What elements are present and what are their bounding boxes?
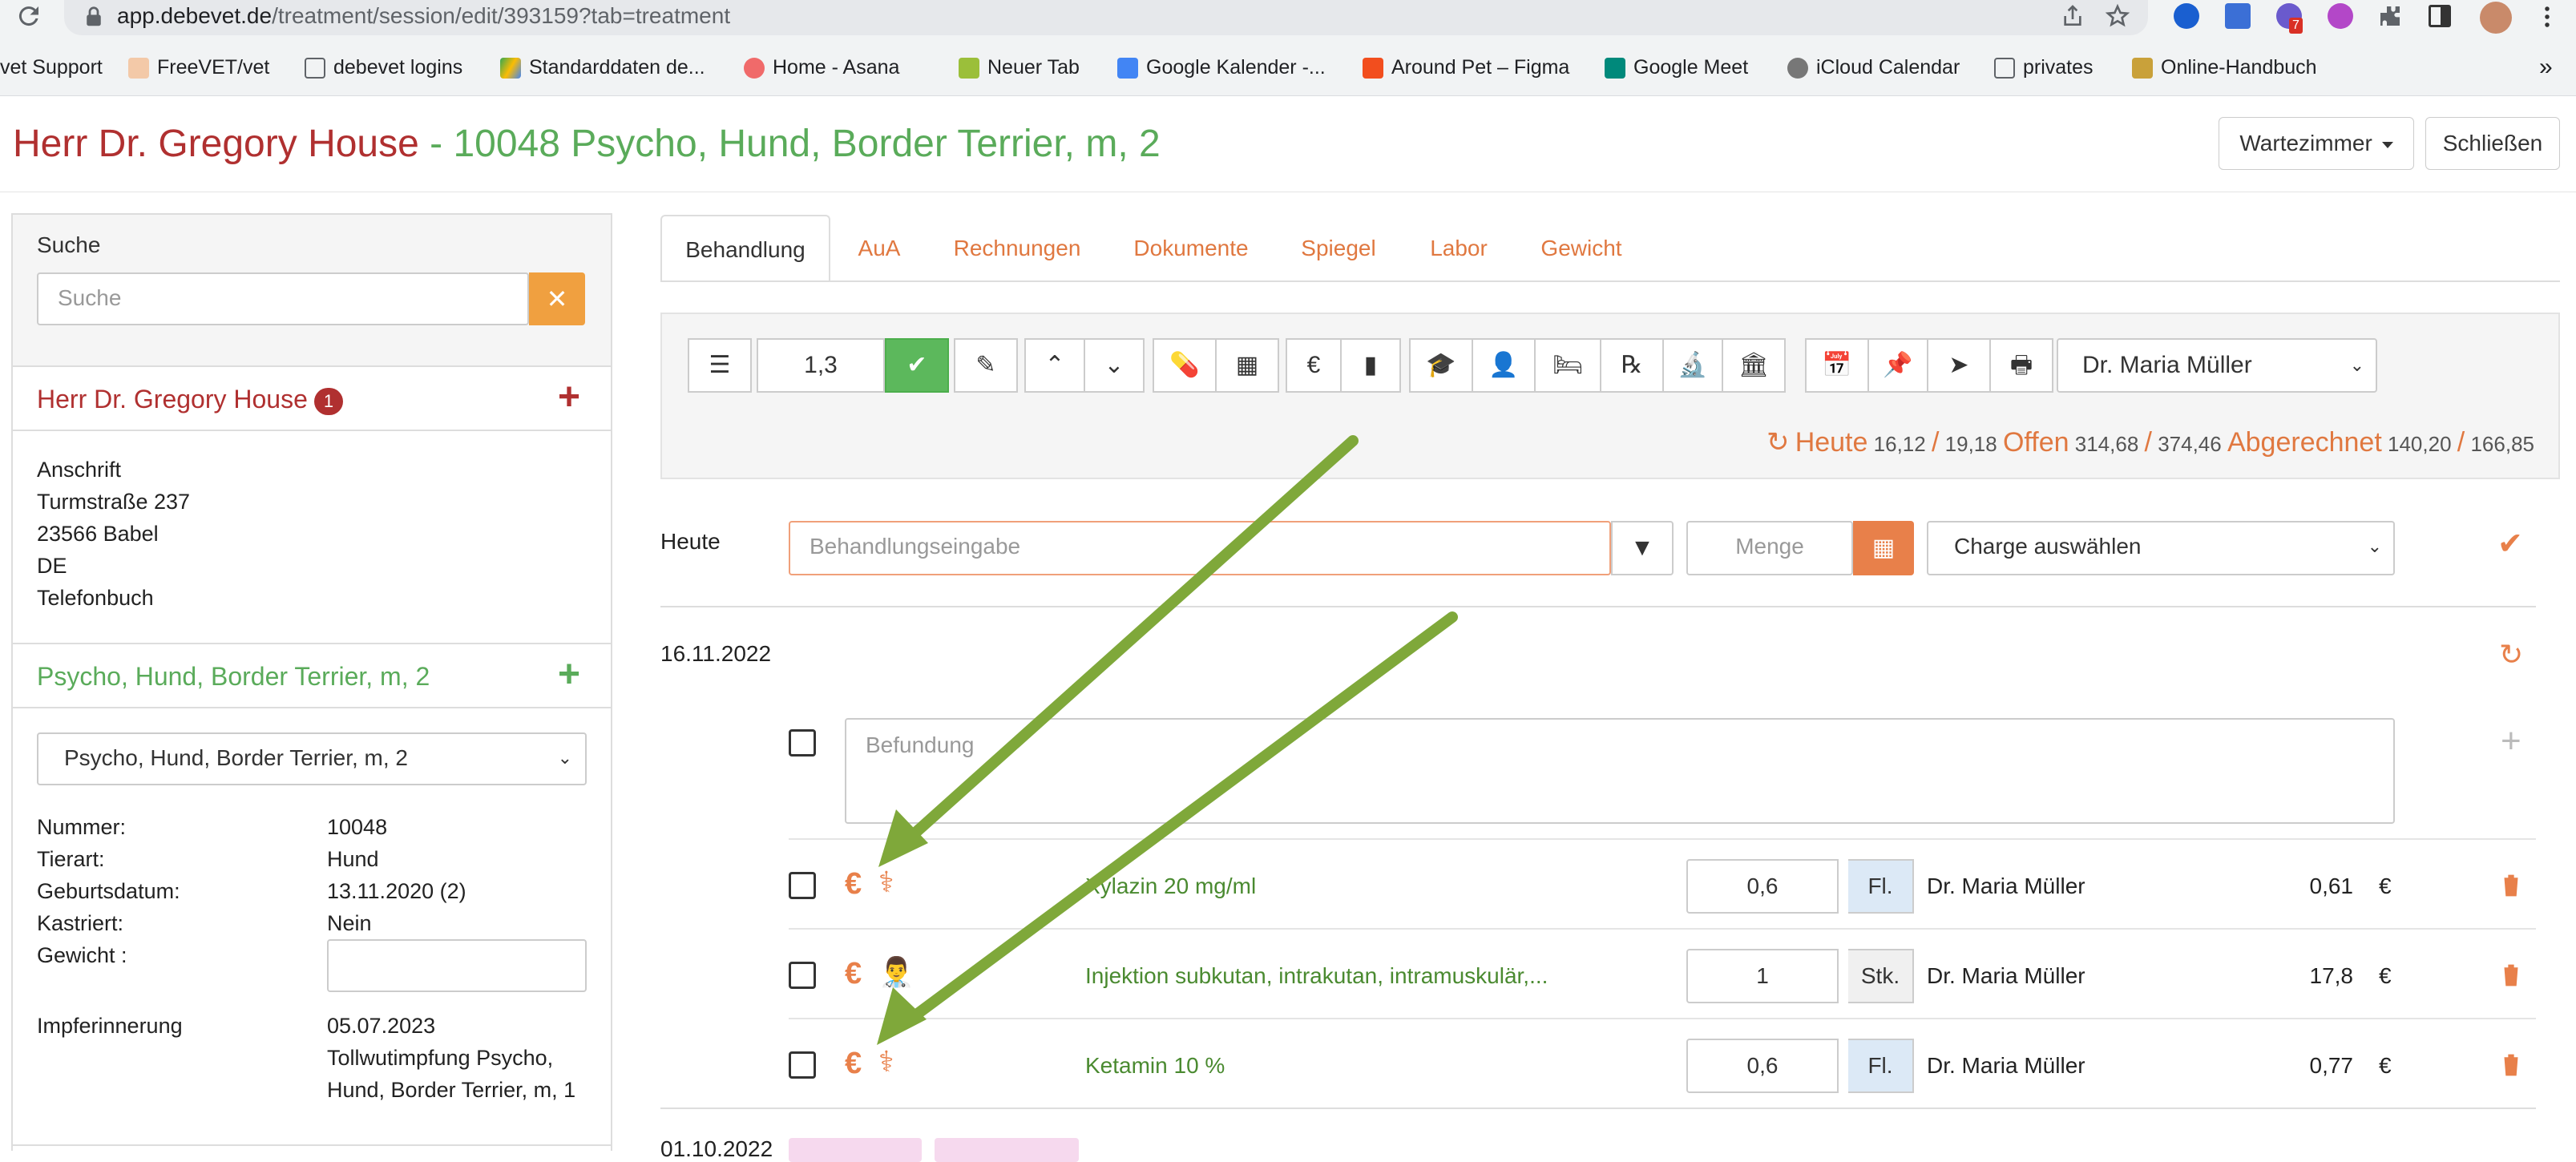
annotation-arrows — [877, 435, 1458, 1045]
